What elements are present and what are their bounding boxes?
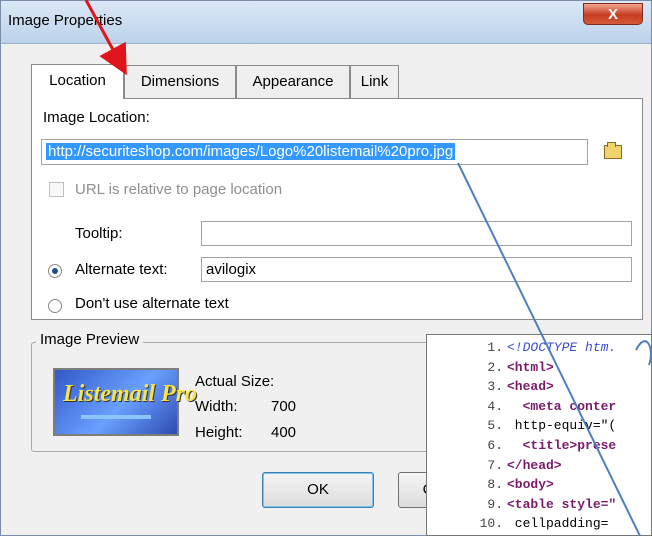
tab-dimensions[interactable]: Dimensions bbox=[124, 65, 236, 98]
code-line: 7. </head> bbox=[427, 456, 651, 476]
no-alternate-text-label: Don't use alternate text bbox=[75, 295, 229, 312]
line-number: 10. bbox=[479, 516, 503, 532]
line-number: 7. bbox=[487, 457, 503, 473]
code-text: <table style=" bbox=[507, 496, 617, 512]
tooltip-label: Tooltip: bbox=[75, 225, 123, 242]
code-line: 1. <!DOCTYPE htm. bbox=[427, 338, 651, 358]
line-number: 8. bbox=[487, 477, 503, 493]
ok-button[interactable]: OK bbox=[262, 472, 374, 508]
image-location-label: Image Location: bbox=[43, 109, 150, 126]
logo-underline bbox=[81, 415, 151, 419]
image-location-input[interactable]: http://securiteshop.com/images/Logo%20li… bbox=[41, 139, 588, 165]
width-label: Width: bbox=[195, 398, 238, 415]
line-number: 1. bbox=[487, 340, 503, 355]
code-text: <meta conter bbox=[507, 398, 617, 414]
title-bar[interactable]: Image Properties X bbox=[1, 1, 651, 44]
tab-appearance[interactable]: Appearance bbox=[236, 65, 350, 98]
dialog-title: Image Properties bbox=[8, 12, 123, 29]
html-code-snippet: 1. <!DOCTYPE htm. 2. <html> 3. <head> 4. <m… bbox=[426, 334, 652, 536]
code-line: 4. <meta conter bbox=[427, 397, 651, 417]
code-text: <title>prese bbox=[507, 437, 617, 453]
code-line: 5. http-equiv="( bbox=[427, 416, 651, 436]
selected-url-text: http://securiteshop.com/images/Logo%20li… bbox=[46, 143, 456, 160]
code-line: 9. <table style=" bbox=[427, 495, 651, 515]
relative-url-label: URL is relative to page location bbox=[75, 181, 283, 198]
tab-link[interactable]: Link bbox=[350, 65, 399, 98]
height-label: Height: bbox=[195, 424, 243, 441]
line-number: 9. bbox=[487, 496, 503, 512]
line-number: 3. bbox=[487, 379, 503, 395]
code-text: <body> bbox=[507, 477, 554, 493]
location-panel bbox=[31, 98, 643, 320]
height-value: 400 bbox=[271, 424, 297, 441]
line-number: 2. bbox=[487, 359, 503, 375]
tooltip-input[interactable] bbox=[201, 221, 632, 246]
width-value: 700 bbox=[271, 398, 297, 415]
close-button[interactable]: X bbox=[583, 3, 643, 25]
relative-url-checkbox[interactable] bbox=[49, 182, 64, 197]
code-line: 2. <html> bbox=[427, 358, 651, 378]
folder-open-icon[interactable] bbox=[604, 142, 622, 159]
alternate-text-radio[interactable] bbox=[48, 264, 62, 278]
code-text: </head> bbox=[507, 457, 562, 473]
actual-size-label: Actual Size: bbox=[195, 373, 275, 390]
code-text: <html> bbox=[507, 359, 554, 375]
code-text: <!DOCTYPE htm. bbox=[507, 340, 617, 355]
logo-text: Listemail Pro bbox=[63, 381, 197, 407]
code-line: 10. cellpadding= bbox=[427, 514, 651, 534]
code-line: 3. <head> bbox=[427, 377, 651, 397]
line-number: 5. bbox=[487, 418, 503, 434]
image-preview-legend: Image Preview bbox=[36, 331, 144, 348]
alternate-text-input[interactable]: avilogix bbox=[201, 257, 632, 282]
line-number: 6. bbox=[487, 437, 503, 453]
code-text: cellpadding= bbox=[507, 516, 609, 532]
tab-location[interactable]: Location bbox=[31, 64, 124, 99]
code-line: 6. <title>prese bbox=[427, 436, 651, 456]
alternate-text-label: Alternate text: bbox=[75, 261, 168, 278]
code-text: http-equiv="( bbox=[507, 418, 617, 434]
no-alternate-text-radio[interactable] bbox=[48, 299, 62, 313]
code-line: 8. <body> bbox=[427, 475, 651, 495]
image-preview-thumbnail: Listemail Pro bbox=[53, 368, 197, 436]
line-number: 4. bbox=[487, 398, 503, 414]
code-text: <head> bbox=[507, 379, 554, 395]
